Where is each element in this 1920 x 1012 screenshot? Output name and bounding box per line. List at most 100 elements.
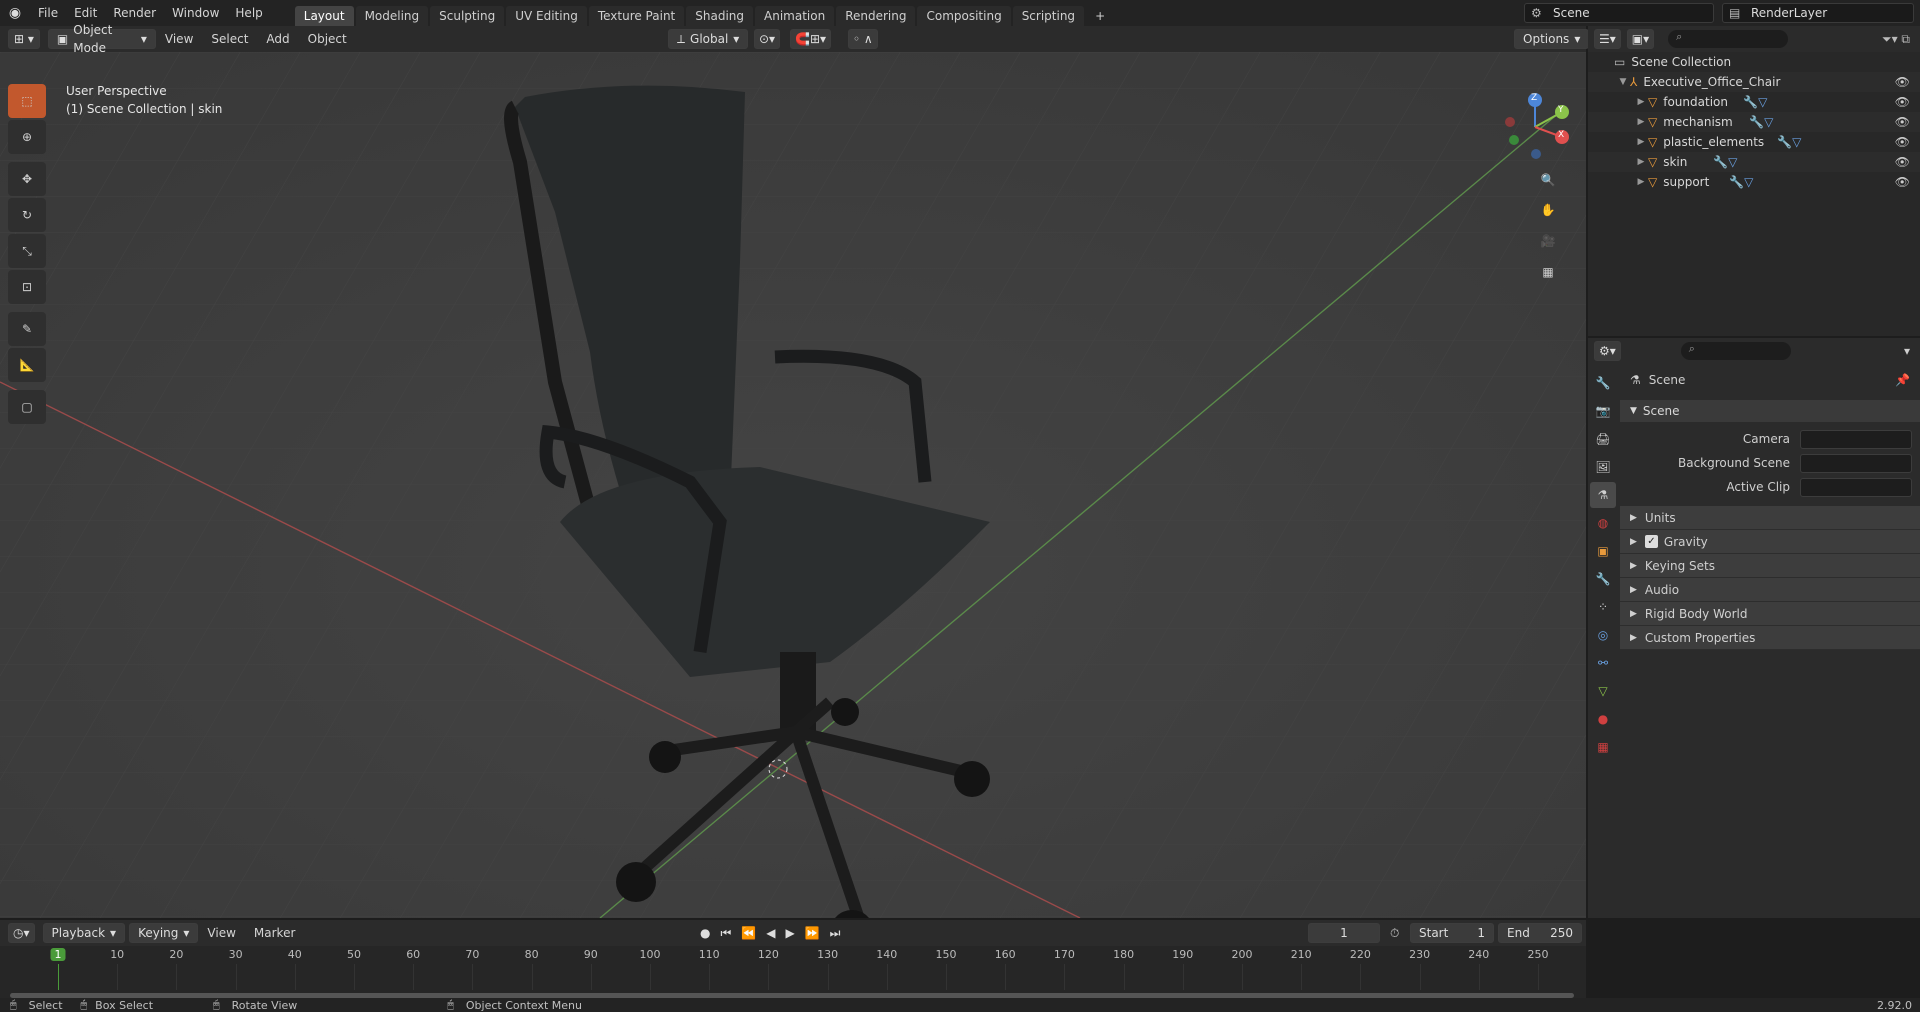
next-keyframe-icon[interactable]: ⏩ xyxy=(805,926,820,941)
active-clip-field[interactable] xyxy=(1800,477,1912,497)
render-tab-icon[interactable]: 📷 xyxy=(1590,398,1616,424)
scene-tab-icon[interactable]: ⚗ xyxy=(1590,482,1616,508)
3d-viewport[interactable]: ⬚ ⊕ ✥ ↻ ⤡ ⊡ ✎ 📐 ▢ User Perspective (1) S… xyxy=(0,52,1586,918)
scene-section-header[interactable]: ▼ Scene xyxy=(1620,400,1920,422)
navigation-gizmo[interactable]: Z Y X xyxy=(1500,92,1570,162)
view-layer-tab-icon[interactable]: 🖼 xyxy=(1590,454,1616,480)
tab-shading[interactable]: Shading xyxy=(686,6,753,26)
expand-arrow-icon[interactable]: ▶ xyxy=(1634,157,1648,167)
gravity-panel[interactable]: ▶ ✓ Gravity xyxy=(1620,530,1920,554)
tab-scripting[interactable]: Scripting xyxy=(1012,6,1085,26)
mode-dropdown[interactable]: ▣ Object Mode ▾ xyxy=(47,23,156,55)
start-frame-field[interactable]: Start 1 xyxy=(1410,923,1494,943)
data-tab-icon[interactable]: ▽ xyxy=(1590,678,1616,704)
outliner-search-input[interactable]: ⌕ xyxy=(1668,30,1789,48)
scene-collection-row[interactable]: ▭ Scene Collection xyxy=(1588,52,1920,72)
menu-add[interactable]: Add xyxy=(257,32,298,46)
tool-tab-icon[interactable]: 🔧 xyxy=(1590,370,1616,396)
outliner-object-row[interactable]: ▶ ▽ skin 🔧▽ 👁 xyxy=(1588,152,1920,172)
background-scene-field[interactable] xyxy=(1800,453,1912,473)
visibility-eye-icon[interactable]: 👁 xyxy=(1895,115,1910,129)
tab-uv-editing[interactable]: UV Editing xyxy=(506,6,587,26)
object-tab-icon[interactable]: ▣ xyxy=(1590,538,1616,564)
playback-dropdown[interactable]: Playback ▾ xyxy=(42,923,126,943)
keying-sets-panel[interactable]: ▶ Keying Sets xyxy=(1620,554,1920,578)
move-tool-icon[interactable]: ✥ xyxy=(8,162,46,196)
filter-icon[interactable]: ⏷▾ ⧉ xyxy=(1882,32,1910,47)
options-dropdown[interactable]: Options ▾ xyxy=(1514,29,1590,49)
tab-modeling[interactable]: Modeling xyxy=(355,6,429,26)
rigid-body-world-panel[interactable]: ▶ Rigid Body World xyxy=(1620,602,1920,626)
gravity-checkbox[interactable]: ✓ xyxy=(1644,535,1658,548)
outliner-object-row[interactable]: ▶ ▽ plastic_elements 🔧▽ 👁 xyxy=(1588,132,1920,152)
transform-orientation-dropdown[interactable]: ⟂ Global ▾ xyxy=(668,29,748,49)
visibility-eye-icon[interactable]: 👁 xyxy=(1895,135,1910,149)
measure-tool-icon[interactable]: 📐 xyxy=(8,348,46,382)
visibility-eye-icon[interactable]: 👁 xyxy=(1895,155,1910,169)
pan-hand-icon[interactable]: ✋ xyxy=(1534,196,1562,224)
keying-dropdown[interactable]: Keying ▾ xyxy=(129,923,199,943)
visibility-eye-icon[interactable]: 👁 xyxy=(1895,175,1910,189)
add-workspace-icon[interactable]: + xyxy=(1086,6,1114,26)
tab-sculpting[interactable]: Sculpting xyxy=(430,6,505,26)
menu-file[interactable]: File xyxy=(30,0,66,26)
tab-rendering[interactable]: Rendering xyxy=(836,6,916,26)
modifier-tab-icon[interactable]: 🔧 xyxy=(1590,566,1616,592)
menu-select[interactable]: Select xyxy=(202,32,257,46)
material-tab-icon[interactable]: ● xyxy=(1590,706,1616,732)
tab-animation[interactable]: Animation xyxy=(755,6,835,26)
jump-end-icon[interactable]: ⏭ xyxy=(830,926,841,941)
transform-tool-icon[interactable]: ⊡ xyxy=(8,270,46,304)
properties-editor-icon[interactable]: ⚙▾ xyxy=(1594,341,1621,361)
timeline-menu-view[interactable]: View xyxy=(198,926,244,940)
expand-arrow-icon[interactable]: ▶ xyxy=(1634,137,1648,147)
tab-compositing[interactable]: Compositing xyxy=(917,6,1011,26)
outliner-object-row[interactable]: ▶ ▽ foundation 🔧▽ 👁 xyxy=(1588,92,1920,112)
pin-icon[interactable]: 📌 xyxy=(1895,373,1910,387)
output-tab-icon[interactable]: 🖨 xyxy=(1590,426,1616,452)
tab-texture-paint[interactable]: Texture Paint xyxy=(588,6,685,26)
physics-tab-icon[interactable]: ◎ xyxy=(1590,622,1616,648)
scale-tool-icon[interactable]: ⤡ xyxy=(8,234,46,268)
select-box-tool-icon[interactable]: ⬚ xyxy=(8,84,46,118)
particles-tab-icon[interactable]: ⁘ xyxy=(1590,594,1616,620)
play-reverse-icon[interactable]: ◀ xyxy=(766,926,775,941)
custom-properties-panel[interactable]: ▶ Custom Properties xyxy=(1620,626,1920,650)
outliner-object-row[interactable]: ▶ ▽ mechanism 🔧▽ 👁 xyxy=(1588,112,1920,132)
current-frame-marker[interactable]: 1 xyxy=(50,948,66,961)
units-panel[interactable]: ▶ Units xyxy=(1620,506,1920,530)
visibility-eye-icon[interactable]: 👁 xyxy=(1895,95,1910,109)
timeline-editor-icon[interactable]: ◷▾ xyxy=(8,923,35,943)
annotate-tool-icon[interactable]: ✎ xyxy=(8,312,46,346)
view-layer-name[interactable]: RenderLayer xyxy=(1751,6,1827,20)
rotate-tool-icon[interactable]: ↻ xyxy=(8,198,46,232)
tab-layout[interactable]: Layout xyxy=(294,6,354,26)
record-icon[interactable]: ● xyxy=(700,926,710,941)
menu-object[interactable]: Object xyxy=(299,32,356,46)
play-icon[interactable]: ▶ xyxy=(785,926,794,941)
proportional-edit-button[interactable]: ◦ ∧ xyxy=(848,29,878,49)
prev-keyframe-icon[interactable]: ⏪ xyxy=(741,926,756,941)
zoom-icon[interactable]: 🔍 xyxy=(1534,166,1562,194)
expand-arrow-icon[interactable]: ▶ xyxy=(1634,117,1648,127)
snap-button[interactable]: 🧲⊞▾ xyxy=(790,29,832,49)
ortho-grid-icon[interactable]: ▦ xyxy=(1534,258,1562,286)
expand-arrow-icon[interactable]: ▶ xyxy=(1634,97,1648,107)
menu-view[interactable]: View xyxy=(156,32,202,46)
timeline-menu-marker[interactable]: Marker xyxy=(245,926,304,940)
add-cube-tool-icon[interactable]: ▢ xyxy=(8,390,46,424)
expand-arrow-icon[interactable]: ▼ xyxy=(1616,77,1630,87)
editor-type-button[interactable]: ⊞ ▾ xyxy=(8,29,40,49)
blender-logo-icon[interactable]: ◉ xyxy=(0,0,30,26)
menu-help[interactable]: Help xyxy=(227,0,270,26)
clock-icon[interactable]: ⏱ xyxy=(1390,926,1399,941)
texture-tab-icon[interactable]: ▦ xyxy=(1590,734,1616,760)
menu-window[interactable]: Window xyxy=(164,0,227,26)
chevron-down-icon[interactable]: ▾ xyxy=(1904,344,1910,358)
display-mode-icon[interactable]: ▣▾ xyxy=(1626,29,1655,49)
audio-panel[interactable]: ▶ Audio xyxy=(1620,578,1920,602)
camera-field[interactable] xyxy=(1800,429,1912,449)
constraints-tab-icon[interactable]: ⚯ xyxy=(1590,650,1616,676)
outliner-object-row[interactable]: ▶ ▽ support 🔧▽ 👁 xyxy=(1588,172,1920,192)
jump-start-icon[interactable]: ⏮ xyxy=(720,926,731,941)
